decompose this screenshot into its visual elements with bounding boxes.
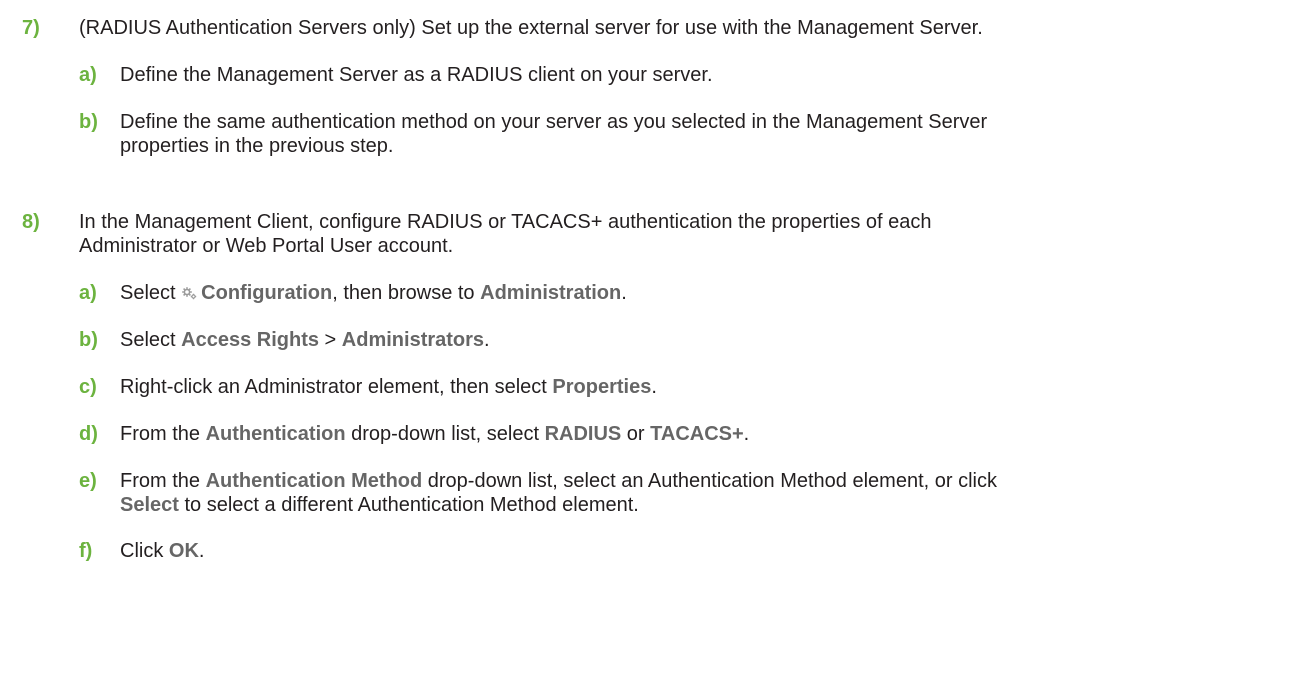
substep-text: From the Authentication Method drop-down… xyxy=(120,469,1280,517)
substep-text: Define the Management Server as a RADIUS… xyxy=(120,64,713,86)
text-run: , then browse to xyxy=(332,282,481,304)
substep-letter: f) xyxy=(79,540,93,562)
substep-text-line-1: Define the same authentication method on… xyxy=(120,111,988,133)
substep-text: Define the same authentication method on… xyxy=(120,110,1280,158)
text-run: drop-down list, select xyxy=(345,423,545,445)
substep-text: From the Authentication drop-down list, … xyxy=(120,422,1280,446)
ui-term: Access Rights xyxy=(181,329,319,351)
ui-term: Properties xyxy=(552,376,652,398)
ui-term: TACACS+ xyxy=(650,423,744,445)
step-number: 8) xyxy=(22,211,40,233)
substep-letter: b) xyxy=(79,329,98,351)
substep-letter: c) xyxy=(79,376,97,398)
ui-term: Configuration xyxy=(201,282,333,304)
substep-letter: d) xyxy=(79,423,98,445)
substep-text: Select Configuration, then browse to Adm… xyxy=(120,281,1280,305)
ui-term: Authentication Method xyxy=(205,470,423,492)
ui-term: OK xyxy=(168,540,199,562)
step-text: (RADIUS Authentication Servers only) Set… xyxy=(79,17,983,39)
document-page: 7) (RADIUS Authentication Servers only) … xyxy=(0,0,1303,681)
text-run: . xyxy=(621,282,627,304)
ui-term: Authentication xyxy=(205,423,346,445)
substep-letter: e) xyxy=(79,470,97,492)
substep-letter: b) xyxy=(79,111,98,133)
ui-term: Administration xyxy=(480,282,622,304)
text-run: . xyxy=(198,540,205,562)
substep-text: Click OK. xyxy=(120,539,1280,563)
text-run: From the xyxy=(120,423,206,445)
text-run: Click xyxy=(120,540,169,562)
ui-term: Select xyxy=(120,494,179,516)
text-run: > xyxy=(319,329,342,351)
text-run: Select xyxy=(120,282,182,304)
ui-term: RADIUS xyxy=(544,423,622,445)
substep-text: Select Access Rights > Administrators. xyxy=(120,328,1280,352)
text-run: or xyxy=(621,423,651,445)
text-run: From the xyxy=(120,470,206,492)
text-run: . xyxy=(743,423,750,445)
ui-term: Administrators xyxy=(341,329,485,351)
text-run: . xyxy=(484,329,490,351)
text-run: drop-down list, select an Authentication… xyxy=(422,470,997,492)
substep-letter: a) xyxy=(79,282,97,304)
step-text-line-2: Administrator or Web Portal User account… xyxy=(79,235,454,257)
text-run: Select xyxy=(120,329,182,351)
configuration-gear-icon xyxy=(181,282,197,300)
step-number: 7) xyxy=(22,17,40,39)
text-run: Right-click an Administrator element, th… xyxy=(120,376,553,398)
substep-text-line-2: properties in the previous step. xyxy=(120,135,394,157)
text-run: to select a different Authentication Met… xyxy=(178,494,639,516)
substep-letter: a) xyxy=(79,64,97,86)
substep-text: Right-click an Administrator element, th… xyxy=(120,375,1280,399)
step-text-line-1: In the Management Client, configure RADI… xyxy=(79,211,932,233)
text-run: . xyxy=(651,376,657,398)
step-text: In the Management Client, configure RADI… xyxy=(79,210,1279,258)
